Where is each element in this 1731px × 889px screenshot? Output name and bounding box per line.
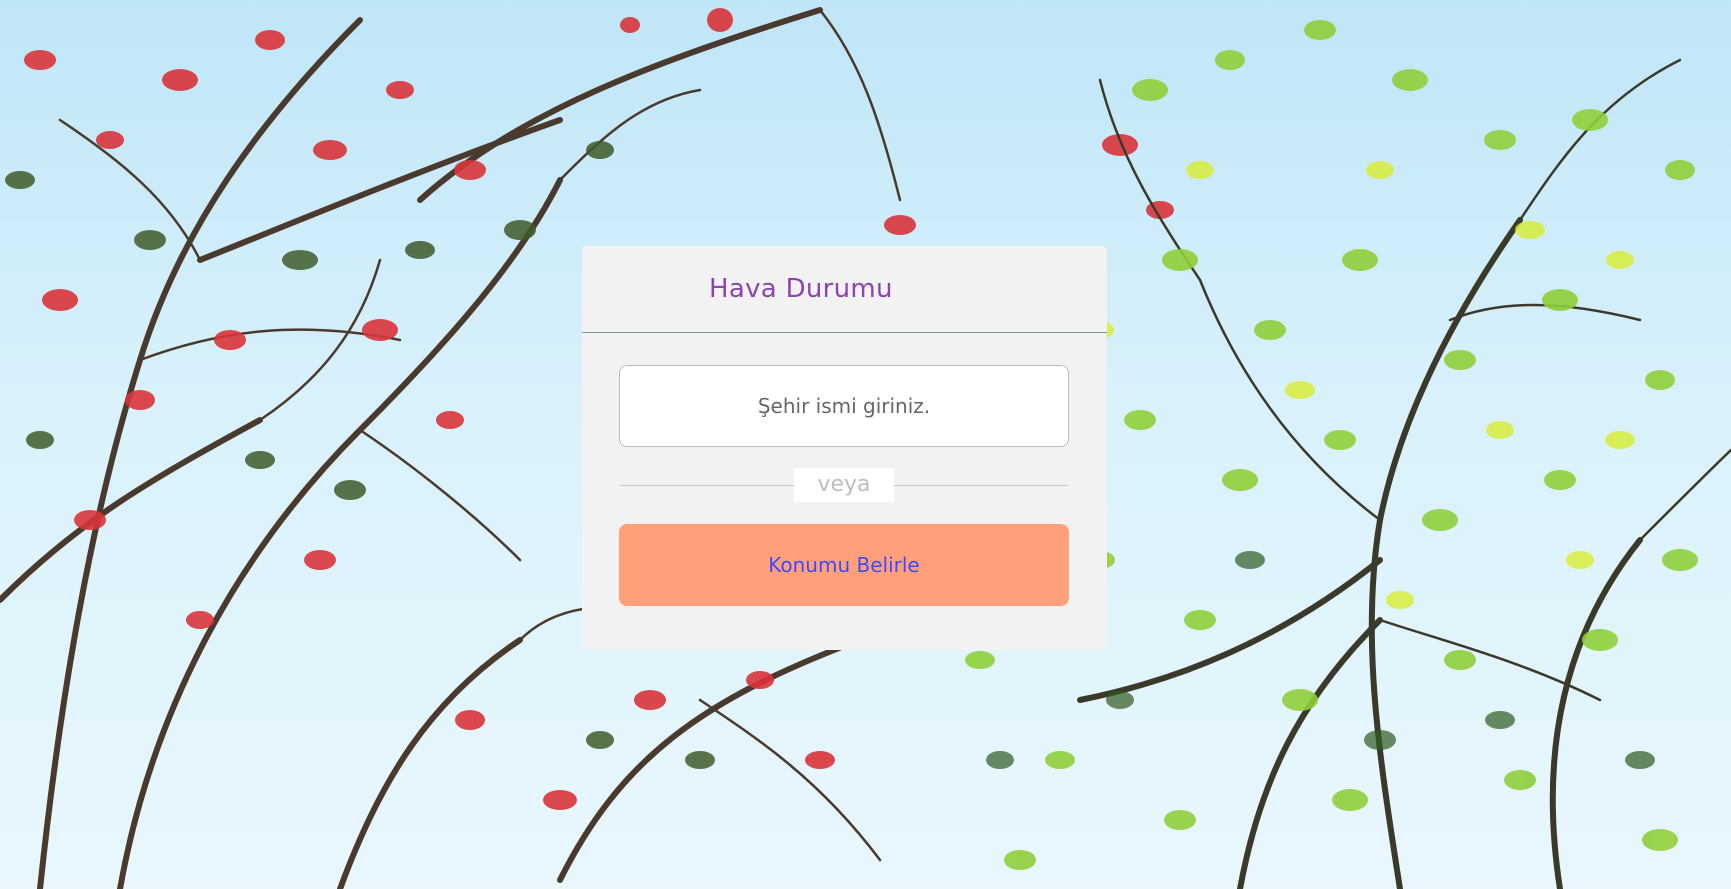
card-header: Hava Durumu bbox=[582, 246, 1107, 333]
weather-card: Hava Durumu veya Konumu Belirle bbox=[582, 246, 1107, 650]
city-search-input[interactable] bbox=[619, 365, 1069, 447]
locate-button[interactable]: Konumu Belirle bbox=[619, 524, 1069, 606]
page-title: Hava Durumu bbox=[709, 274, 893, 304]
or-divider-label: veya bbox=[794, 468, 894, 502]
